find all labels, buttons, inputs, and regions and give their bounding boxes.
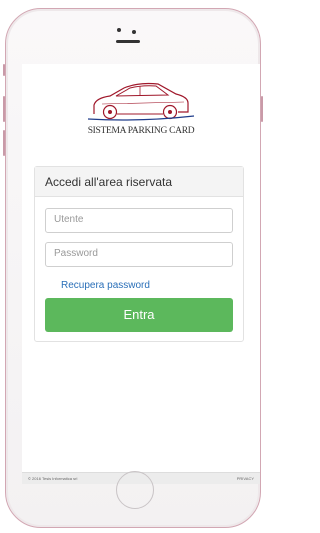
- app-screen: SISTEMA PARKING CARD Accedi all'area ris…: [22, 64, 260, 484]
- mute-switch: [3, 64, 5, 76]
- home-button-icon[interactable]: [116, 471, 154, 509]
- privacy-link[interactable]: PRIVACY: [237, 473, 254, 484]
- login-submit-button[interactable]: Entra: [45, 298, 233, 332]
- sensor-dot: [117, 28, 121, 32]
- recover-password-link[interactable]: Recupera password: [61, 280, 150, 291]
- login-heading: Accedi all'area riservata: [35, 167, 243, 197]
- password-input[interactable]: Password: [45, 242, 233, 267]
- power-button: [261, 96, 263, 122]
- volume-up-button: [3, 96, 5, 122]
- front-camera: [132, 30, 136, 34]
- earpiece-speaker: [116, 40, 140, 43]
- car-logo-icon: [87, 82, 195, 121]
- copyright-text: © 2016 Tesis Informatica srl: [28, 476, 78, 481]
- username-input[interactable]: Utente: [45, 208, 233, 233]
- volume-down-button: [3, 130, 5, 156]
- login-panel: Accedi all'area riservata Utente Passwor…: [34, 166, 244, 342]
- brand-title: SISTEMA PARKING CARD: [87, 126, 195, 136]
